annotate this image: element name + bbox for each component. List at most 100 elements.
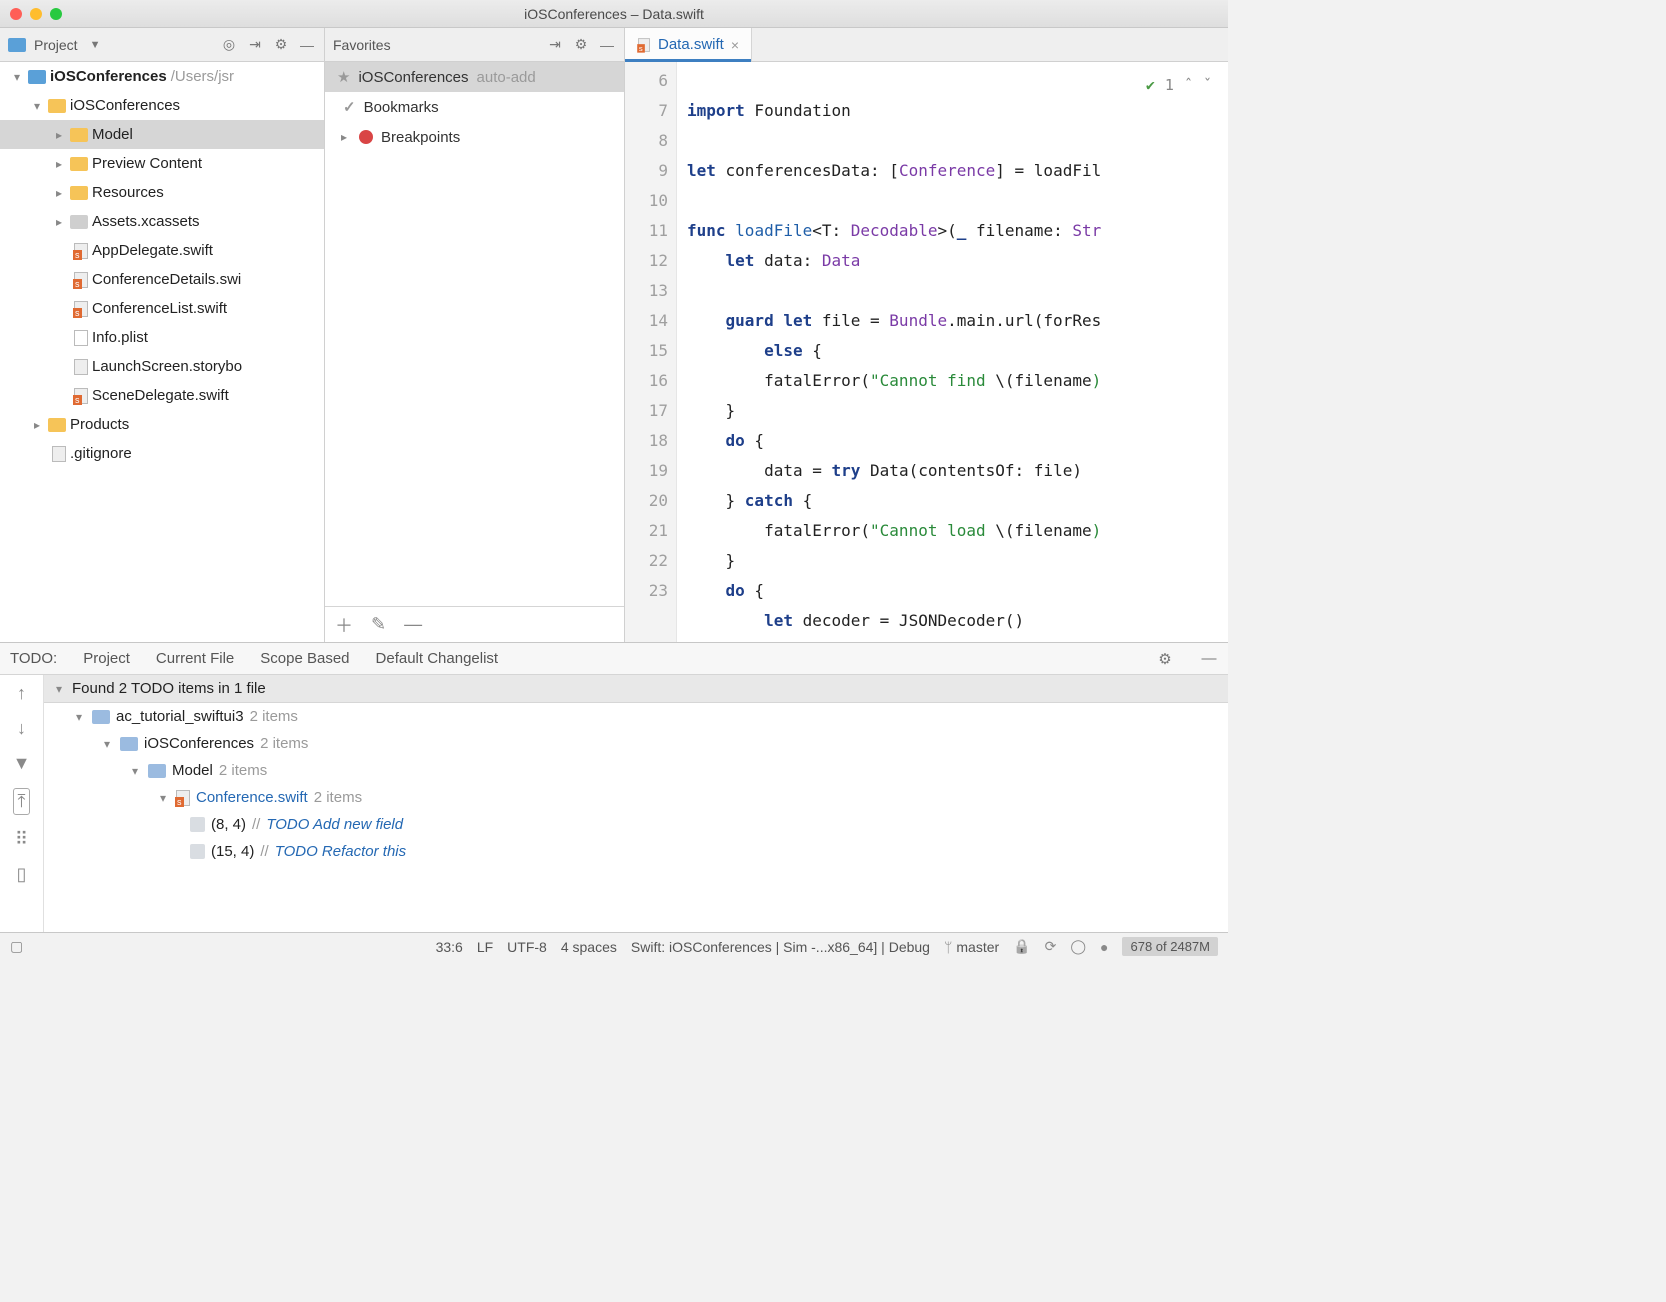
todo-summary[interactable]: Found 2 TODO items in 1 file bbox=[44, 675, 1228, 703]
notifications-icon[interactable]: ● bbox=[1100, 939, 1108, 955]
caret-position[interactable]: 33:6 bbox=[436, 939, 463, 955]
chevron-down-icon[interactable] bbox=[30, 99, 44, 113]
arrow-up-icon[interactable]: ↑ bbox=[17, 683, 26, 704]
tree-folder[interactable]: Assets.xcassets bbox=[0, 207, 324, 236]
tree-file[interactable]: AppDelegate.swift bbox=[0, 236, 324, 265]
arrow-down-icon[interactable]: ↓ bbox=[17, 718, 26, 739]
close-tab-icon[interactable]: × bbox=[731, 37, 739, 53]
chevron-down-icon[interactable] bbox=[128, 764, 142, 778]
favorites-item-bookmarks[interactable]: Bookmarks bbox=[325, 92, 624, 122]
status-bar: ▢ 33:6 LF UTF-8 4 spaces Swift: iOSConfe… bbox=[0, 932, 1228, 960]
folder-icon bbox=[70, 128, 88, 142]
chevron-right-icon[interactable] bbox=[52, 157, 66, 171]
chevron-right-icon[interactable] bbox=[337, 130, 351, 144]
filter-icon[interactable]: ▼ bbox=[13, 753, 31, 774]
chevron-right-icon[interactable] bbox=[52, 186, 66, 200]
inspection-widget[interactable]: ✔ 1 ˆ ˇ bbox=[1146, 70, 1212, 100]
todo-item[interactable]: (8, 4) // TODO Add new field bbox=[44, 811, 1228, 838]
project-icon bbox=[8, 38, 26, 52]
tree-folder[interactable]: Resources bbox=[0, 178, 324, 207]
gear-icon[interactable]: ⚙ bbox=[272, 36, 290, 54]
minimize-panel-icon[interactable]: — bbox=[1200, 650, 1218, 668]
folder-icon bbox=[148, 764, 166, 778]
gear-icon[interactable]: ⚙ bbox=[572, 36, 590, 54]
inspect-icon[interactable]: ◯ bbox=[1070, 938, 1086, 955]
lock-icon[interactable] bbox=[1013, 938, 1030, 955]
autoscroll-icon[interactable]: ⤒ bbox=[13, 788, 31, 815]
editor-tabbar: Data.swift × bbox=[625, 28, 1228, 62]
group-icon[interactable]: ⠿ bbox=[15, 829, 28, 850]
run-config[interactable]: Swift: iOSConferences | Sim -...x86_64] … bbox=[631, 939, 930, 955]
file-encoding[interactable]: UTF-8 bbox=[507, 939, 547, 955]
prev-highlight-icon[interactable]: ˆ bbox=[1184, 70, 1193, 100]
remove-icon[interactable]: — bbox=[404, 614, 422, 635]
check-icon bbox=[343, 98, 356, 116]
editor-tab[interactable]: Data.swift × bbox=[625, 28, 752, 61]
tree-file[interactable]: ConferenceDetails.swi bbox=[0, 265, 324, 294]
file-count: 2 items bbox=[314, 789, 362, 806]
project-tree[interactable]: iOSConferences /Users/jsr iOSConferences… bbox=[0, 62, 324, 642]
todo-tab-project[interactable]: Project bbox=[83, 650, 130, 667]
tree-file[interactable]: Info.plist bbox=[0, 323, 324, 352]
todo-tree[interactable]: Found 2 TODO items in 1 file ac_tutorial… bbox=[44, 675, 1228, 932]
tree-folder[interactable]: iOSConferences bbox=[0, 91, 324, 120]
file-label: ConferenceList.swift bbox=[92, 300, 227, 317]
todo-tab-scope[interactable]: Scope Based bbox=[260, 650, 349, 667]
chevron-right-icon[interactable] bbox=[30, 418, 44, 432]
todo-text: TODO Add new field bbox=[266, 816, 403, 833]
chevron-down-icon[interactable] bbox=[156, 791, 170, 805]
todo-tab-changelist[interactable]: Default Changelist bbox=[376, 650, 499, 667]
sync-icon[interactable]: ⟳ bbox=[1045, 938, 1057, 955]
todo-dir[interactable]: Model 2 items bbox=[44, 757, 1228, 784]
dir-count: 2 items bbox=[219, 762, 267, 779]
add-icon[interactable]: ＋ bbox=[335, 612, 353, 638]
gutter[interactable]: 6 7 8 9 10 11 12 13 14 15 16 17 18 19 20… bbox=[625, 62, 677, 642]
favorites-item-breakpoints[interactable]: Breakpoints bbox=[325, 122, 624, 152]
chevron-down-icon[interactable] bbox=[72, 710, 86, 724]
favorites-list[interactable]: iOSConferences auto-add Bookmarks Breakp… bbox=[325, 62, 624, 606]
line-separator[interactable]: LF bbox=[477, 939, 493, 955]
tree-file[interactable]: LaunchScreen.storybo bbox=[0, 352, 324, 381]
todo-sep: // bbox=[260, 843, 268, 860]
tree-file[interactable]: SceneDelegate.swift bbox=[0, 381, 324, 410]
todo-item[interactable]: (15, 4) // TODO Refactor this bbox=[44, 838, 1228, 865]
minimize-panel-icon[interactable]: — bbox=[298, 36, 316, 54]
git-branch[interactable]: master bbox=[944, 939, 999, 955]
tree-root[interactable]: iOSConferences /Users/jsr bbox=[0, 62, 324, 91]
chevron-down-icon[interactable] bbox=[10, 70, 24, 84]
todo-dir[interactable]: ac_tutorial_swiftui3 2 items bbox=[44, 703, 1228, 730]
chevron-down-icon[interactable] bbox=[100, 737, 114, 751]
star-icon bbox=[337, 68, 350, 86]
tool-window-icon[interactable]: ▢ bbox=[10, 938, 23, 955]
todo-dir[interactable]: iOSConferences 2 items bbox=[44, 730, 1228, 757]
todo-tab-current-file[interactable]: Current File bbox=[156, 650, 234, 667]
tree-file[interactable]: .gitignore bbox=[0, 439, 324, 468]
favorites-item-project[interactable]: iOSConferences auto-add bbox=[325, 62, 624, 92]
note-icon bbox=[190, 844, 205, 859]
indent-setting[interactable]: 4 spaces bbox=[561, 939, 617, 955]
minimize-panel-icon[interactable]: — bbox=[598, 36, 616, 54]
tree-folder[interactable]: Products bbox=[0, 410, 324, 439]
chevron-down-icon[interactable]: ▼ bbox=[90, 39, 101, 51]
chevron-right-icon[interactable] bbox=[52, 215, 66, 229]
code-area[interactable]: import Foundation let conferencesData: [… bbox=[677, 62, 1228, 642]
root-name: iOSConferences bbox=[50, 68, 167, 85]
todo-file[interactable]: Conference.swift 2 items bbox=[44, 784, 1228, 811]
collapse-icon[interactable]: ⇥ bbox=[246, 36, 264, 54]
gear-icon[interactable]: ⚙ bbox=[1156, 650, 1174, 668]
tree-folder-model[interactable]: Model bbox=[0, 120, 324, 149]
swift-file-icon bbox=[74, 301, 88, 317]
favorites-label: Favorites bbox=[333, 37, 391, 53]
target-icon[interactable]: ◎ bbox=[220, 36, 238, 54]
edit-icon[interactable]: ✎ bbox=[371, 614, 386, 635]
collapse-icon[interactable]: ⇥ bbox=[546, 36, 564, 54]
code-editor[interactable]: ✔ 1 ˆ ˇ 6 7 8 9 10 11 12 13 14 15 16 17 … bbox=[625, 62, 1228, 642]
preview-icon[interactable]: ▯ bbox=[17, 864, 27, 885]
tree-folder[interactable]: Preview Content bbox=[0, 149, 324, 178]
project-label[interactable]: Project bbox=[34, 37, 78, 53]
memory-indicator[interactable]: 678 of 2487M bbox=[1122, 937, 1218, 956]
tree-file[interactable]: ConferenceList.swift bbox=[0, 294, 324, 323]
chevron-down-icon[interactable] bbox=[52, 682, 66, 696]
next-highlight-icon[interactable]: ˇ bbox=[1203, 70, 1212, 100]
chevron-right-icon[interactable] bbox=[52, 128, 66, 142]
